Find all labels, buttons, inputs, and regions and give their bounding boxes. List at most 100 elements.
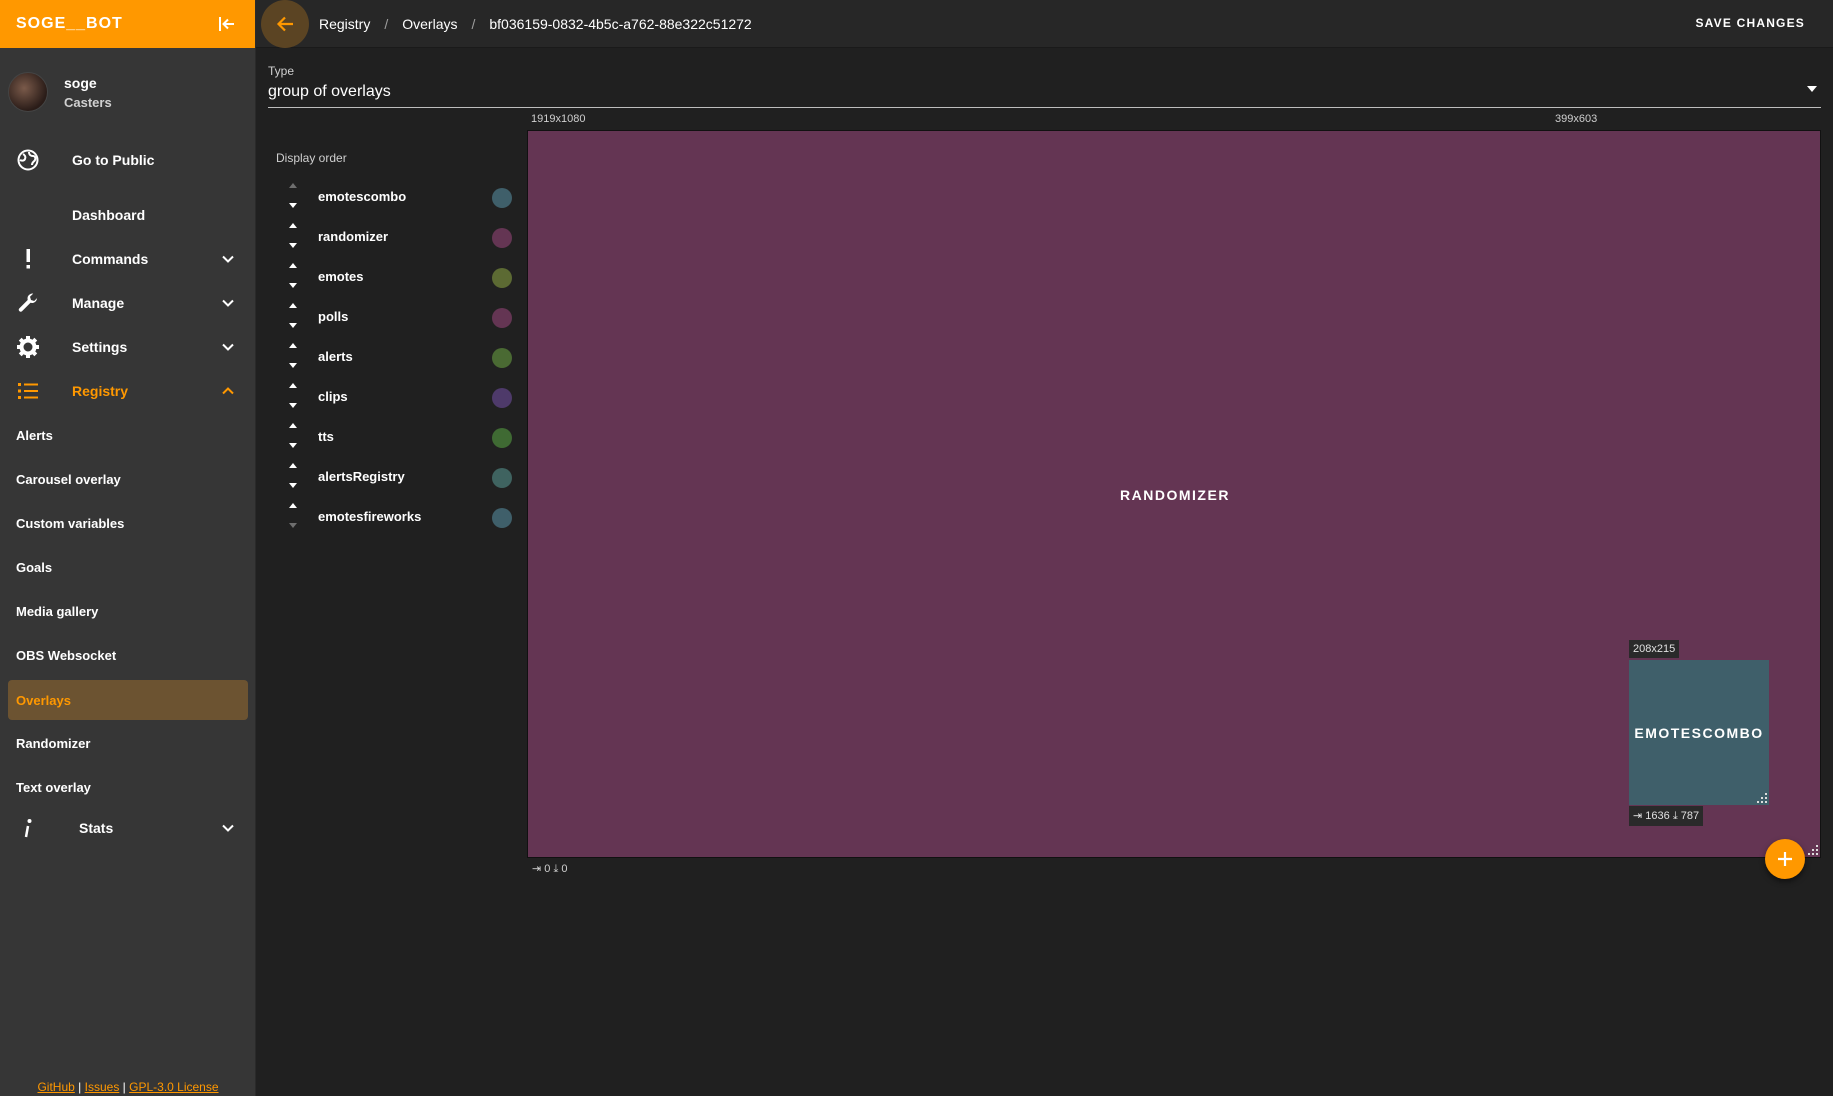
reorder-controls bbox=[286, 459, 300, 495]
nav-stats-label: Stats bbox=[79, 820, 114, 836]
nav-commands-label: Commands bbox=[72, 251, 149, 267]
chevron-down-icon bbox=[220, 339, 236, 355]
move-down-icon[interactable] bbox=[289, 483, 297, 488]
dropdown-arrow-icon bbox=[1807, 86, 1817, 92]
move-down-icon[interactable] bbox=[289, 243, 297, 248]
display-order-item: emotes bbox=[276, 257, 512, 297]
overlay-color-swatch[interactable] bbox=[492, 228, 512, 248]
chevron-down-icon bbox=[220, 251, 236, 267]
back-button[interactable] bbox=[261, 0, 309, 48]
chevron-up-icon bbox=[220, 383, 236, 399]
canvas-overlay-label: RANDOMIZER bbox=[1120, 487, 1230, 503]
nav-manage[interactable]: Manage bbox=[0, 281, 256, 325]
nav-settings[interactable]: Settings bbox=[0, 325, 256, 369]
breadcrumb-separator: / bbox=[384, 15, 389, 32]
type-select[interactable]: Type group of overlays bbox=[268, 60, 1821, 108]
gear-icon bbox=[16, 335, 40, 359]
overlay-color-swatch[interactable] bbox=[492, 508, 512, 528]
display-order-item-name: tts bbox=[318, 429, 334, 444]
move-up-icon[interactable] bbox=[289, 183, 297, 188]
move-down-icon[interactable] bbox=[289, 283, 297, 288]
nav-manage-label: Manage bbox=[72, 295, 125, 311]
breadcrumb-registry[interactable]: Registry bbox=[319, 16, 370, 32]
display-order-item: polls bbox=[276, 297, 512, 337]
type-label: Type bbox=[268, 64, 295, 78]
footer-links: GitHub | Issues | GPL-3.0 License bbox=[0, 1080, 256, 1094]
github-link[interactable]: GitHub bbox=[37, 1080, 74, 1094]
display-order-item: clips bbox=[276, 377, 512, 417]
exclamation-icon bbox=[16, 247, 40, 271]
overlay-canvas[interactable]: RANDOMIZER bbox=[527, 130, 1821, 858]
sidebar-item-carousel-overlay[interactable]: Carousel overlay bbox=[8, 459, 248, 499]
sidebar-item-randomizer[interactable]: Randomizer bbox=[8, 723, 248, 763]
footer-separator: | bbox=[122, 1080, 126, 1094]
chevron-down-icon bbox=[220, 295, 236, 311]
move-down-icon[interactable] bbox=[289, 443, 297, 448]
sidebar-item-goals[interactable]: Goals bbox=[8, 547, 248, 587]
chevron-down-icon bbox=[220, 820, 236, 836]
overlay-pos-x: 1636 bbox=[1645, 810, 1670, 822]
overlay-color-swatch[interactable] bbox=[492, 468, 512, 488]
move-up-icon[interactable] bbox=[289, 503, 297, 508]
overlay-position-label: ⇥ 1636 ⤓ 787 bbox=[1629, 806, 1704, 826]
reorder-controls bbox=[286, 419, 300, 455]
reorder-controls bbox=[286, 499, 300, 535]
sidebar-item-alerts[interactable]: Alerts bbox=[8, 415, 248, 455]
reorder-controls bbox=[286, 379, 300, 415]
nav-commands[interactable]: Commands bbox=[0, 237, 256, 281]
move-down-icon[interactable] bbox=[289, 403, 297, 408]
overlay-color-swatch[interactable] bbox=[492, 188, 512, 208]
save-button[interactable]: SAVE CHANGES bbox=[1695, 16, 1805, 30]
move-down-icon[interactable] bbox=[289, 323, 297, 328]
issues-link[interactable]: Issues bbox=[85, 1080, 120, 1094]
nav-go-to-public[interactable]: Go to Public bbox=[0, 138, 256, 182]
overlay-color-swatch[interactable] bbox=[492, 428, 512, 448]
breadcrumb: Registry / Overlays / bf036159-0832-4b5c… bbox=[319, 16, 752, 32]
display-order-item: randomizer bbox=[276, 217, 512, 257]
overlay-color-swatch[interactable] bbox=[492, 268, 512, 288]
user-profile[interactable]: soge Casters bbox=[0, 48, 255, 136]
list-icon bbox=[16, 379, 40, 403]
add-overlay-button[interactable] bbox=[1765, 839, 1805, 879]
sidebar-item-custom-variables[interactable]: Custom variables bbox=[8, 503, 248, 543]
display-order-item-name: alerts bbox=[318, 349, 353, 364]
nav-stats[interactable]: Stats bbox=[0, 806, 256, 850]
sidebar-item-overlays[interactable]: Overlays bbox=[8, 680, 248, 720]
nav-go-to-public-label: Go to Public bbox=[72, 152, 155, 168]
move-up-icon[interactable] bbox=[289, 263, 297, 268]
overlay-color-swatch[interactable] bbox=[492, 348, 512, 368]
sidebar: SOGE__BOT soge Casters Go to Public Dash… bbox=[0, 0, 256, 1096]
overlay-color-swatch[interactable] bbox=[492, 308, 512, 328]
nav-registry[interactable]: Registry bbox=[0, 369, 256, 413]
display-order-item: tts bbox=[276, 417, 512, 457]
breadcrumb-overlays[interactable]: Overlays bbox=[402, 16, 457, 32]
move-up-icon[interactable] bbox=[289, 303, 297, 308]
move-up-icon[interactable] bbox=[289, 383, 297, 388]
resize-handle-icon[interactable] bbox=[1808, 845, 1818, 855]
move-down-icon[interactable] bbox=[289, 363, 297, 368]
x-position-icon: ⇥ bbox=[532, 863, 542, 875]
emotescombo-overlay-box[interactable]: EMOTESCOMBO bbox=[1629, 660, 1769, 805]
sidebar-item-obs-websocket[interactable]: OBS Websocket bbox=[8, 635, 248, 675]
resize-handle-icon[interactable] bbox=[1757, 793, 1767, 803]
overlay-size-label: 208x215 bbox=[1629, 640, 1680, 658]
overlay-color-swatch[interactable] bbox=[492, 388, 512, 408]
overlay-box-label: EMOTESCOMBO bbox=[1634, 724, 1764, 741]
sidebar-item-text-overlay[interactable]: Text overlay bbox=[8, 767, 248, 807]
move-down-icon[interactable] bbox=[289, 203, 297, 208]
move-up-icon[interactable] bbox=[289, 463, 297, 468]
sidebar-item-media-gallery[interactable]: Media gallery bbox=[8, 591, 248, 631]
move-up-icon[interactable] bbox=[289, 423, 297, 428]
move-down-icon[interactable] bbox=[289, 523, 297, 528]
collapse-sidebar-icon[interactable] bbox=[217, 14, 237, 34]
license-link[interactable]: GPL-3.0 License bbox=[129, 1080, 218, 1094]
app-title: SOGE__BOT bbox=[16, 15, 123, 32]
arrow-left-icon bbox=[276, 16, 293, 31]
display-order-item-name: emotescombo bbox=[318, 189, 407, 204]
type-value: group of overlays bbox=[268, 83, 391, 100]
move-up-icon[interactable] bbox=[289, 223, 297, 228]
nav-dashboard[interactable]: Dashboard bbox=[0, 193, 256, 237]
move-up-icon[interactable] bbox=[289, 343, 297, 348]
display-order-item-name: clips bbox=[318, 389, 348, 404]
display-order-item: alerts bbox=[276, 337, 512, 377]
